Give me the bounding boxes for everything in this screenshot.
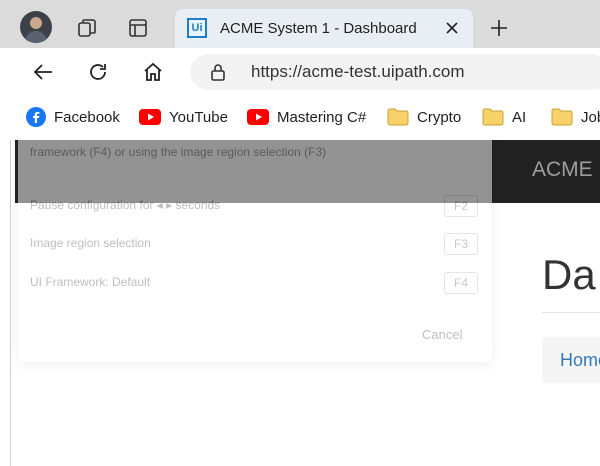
- bookmark-label: Mastering C#: [277, 108, 367, 126]
- breadcrumb-home-link[interactable]: Home: [560, 350, 600, 371]
- bookmark-folder-crypto[interactable]: Crypto: [387, 106, 461, 128]
- address-bar[interactable]: https://acme-test.uipath.com: [190, 54, 600, 90]
- back-icon[interactable]: [31, 60, 55, 84]
- bookmark-label: Facebook: [54, 108, 120, 126]
- folder-icon: [482, 108, 504, 126]
- bookmark-folder-ai[interactable]: AI: [482, 106, 526, 128]
- refresh-icon[interactable]: [86, 60, 110, 84]
- divider: [542, 312, 600, 313]
- tab-title: ACME System 1 - Dashboard: [220, 20, 417, 37]
- bookmark-facebook[interactable]: Facebook: [26, 106, 120, 128]
- bookmark-label: Crypto: [417, 108, 462, 126]
- bookmark-label: AI: [512, 108, 527, 126]
- close-tab-icon[interactable]: [441, 17, 463, 39]
- workspaces-icon[interactable]: [75, 16, 99, 40]
- youtube-icon: [139, 109, 161, 125]
- bookmark-label: YouTube: [169, 108, 228, 126]
- new-tab-icon[interactable]: [487, 16, 511, 40]
- app-brand[interactable]: ACME: [532, 158, 593, 182]
- avatar[interactable]: [20, 11, 52, 43]
- bookmarks-bar: Facebook YouTube Mastering C# Crypto AI …: [0, 96, 600, 136]
- vertical-tabs-icon[interactable]: [126, 16, 150, 40]
- bookmark-mastering-csharp[interactable]: Mastering C#: [247, 106, 366, 128]
- breadcrumb: Home: [542, 337, 600, 383]
- url-text[interactable]: https://acme-test.uipath.com: [251, 62, 465, 82]
- lock-icon[interactable]: [210, 63, 226, 86]
- home-icon[interactable]: [141, 60, 165, 84]
- bookmark-label: Job: [581, 108, 600, 126]
- tab-strip: Ui ACME System 1 - Dashboard: [0, 0, 600, 48]
- uipath-favicon-icon: Ui: [187, 18, 207, 38]
- web-page: [10, 140, 600, 466]
- bookmark-folder-job[interactable]: Job: [551, 106, 600, 128]
- tab-active[interactable]: Ui ACME System 1 - Dashboard: [175, 9, 473, 48]
- bookmark-youtube[interactable]: YouTube: [139, 106, 228, 128]
- page-title: Da: [542, 251, 596, 298]
- app-navbar: [15, 140, 600, 203]
- folder-icon: [551, 108, 573, 126]
- folder-icon: [387, 108, 409, 126]
- facebook-icon: [26, 107, 46, 127]
- youtube-icon: [247, 109, 269, 125]
